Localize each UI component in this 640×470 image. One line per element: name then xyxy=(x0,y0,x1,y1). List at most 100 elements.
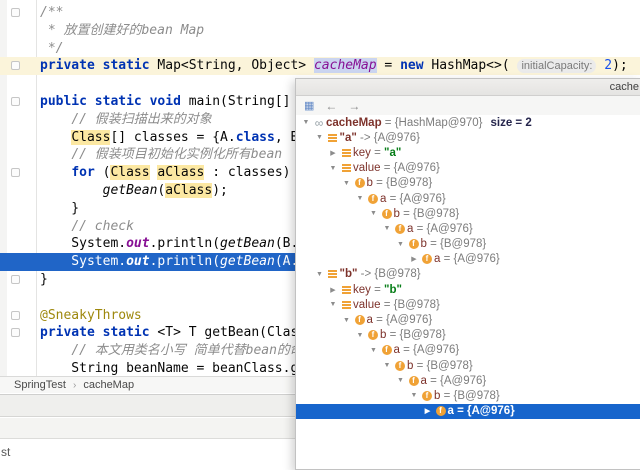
chevron-down-icon[interactable]: ▼ xyxy=(395,377,407,384)
chevron-right-icon[interactable]: ▶ xyxy=(408,255,420,263)
field-icon: f xyxy=(393,224,407,234)
tree-row[interactable]: ▼"a" -> {A@976} xyxy=(296,130,640,145)
breadcrumb-item-cachemap[interactable]: cacheMap xyxy=(83,379,134,391)
code-token: */ xyxy=(40,41,63,56)
field-icon: f xyxy=(368,330,378,340)
chevron-down-icon[interactable]: ▼ xyxy=(381,362,393,369)
tree-row[interactable]: ▼fa = {A@976} xyxy=(296,191,640,206)
field-icon: f xyxy=(434,406,448,416)
chevron-down-icon[interactable]: ▼ xyxy=(368,210,380,217)
code-token: cacheMap xyxy=(314,58,377,73)
chevron-right-icon[interactable]: ▶ xyxy=(327,286,339,294)
field-icon: f xyxy=(380,209,394,219)
chevron-down-icon[interactable]: ▼ xyxy=(314,271,326,278)
tree-row[interactable]: ▼fa = {A@976} xyxy=(296,221,640,236)
chevron-down-icon[interactable]: ▼ xyxy=(300,119,312,126)
map-entry-icon xyxy=(342,301,351,309)
tree-row[interactable]: ▶key = "b" xyxy=(296,282,640,297)
tree-row[interactable]: ▼fb = {B@978} xyxy=(296,237,640,252)
code-token: } xyxy=(40,272,48,287)
chevron-down-icon[interactable]: ▼ xyxy=(395,241,407,248)
code-line[interactable]: */ xyxy=(0,40,640,58)
chevron-down-icon[interactable]: ▼ xyxy=(341,317,353,324)
variable-name: key xyxy=(353,284,371,296)
fold-marker-icon[interactable] xyxy=(11,61,20,70)
field-icon: f xyxy=(407,239,421,249)
chevron-down-icon[interactable]: ▼ xyxy=(368,347,380,354)
tree-row[interactable]: ▼fb = {B@978} xyxy=(296,328,640,343)
fold-marker-icon[interactable] xyxy=(11,328,20,337)
code-token: Class xyxy=(110,165,149,180)
chevron-down-icon[interactable]: ▼ xyxy=(354,195,366,202)
code-line[interactable]: * 放置创建好的bean Map xyxy=(0,22,640,40)
code-line[interactable]: /** xyxy=(0,4,640,22)
variable-name: value xyxy=(353,299,381,311)
field-icon: f xyxy=(409,376,419,386)
chevron-down-icon[interactable]: ▼ xyxy=(327,301,339,308)
code-token xyxy=(40,343,71,358)
back-arrow-icon[interactable]: ← xyxy=(325,99,337,113)
breadcrumb-item-springtest[interactable]: SpringTest xyxy=(14,379,66,391)
partial-tab-label: st xyxy=(1,445,10,459)
field-icon: f xyxy=(366,330,380,340)
code-token xyxy=(40,183,103,198)
separator-text: -> xyxy=(357,268,374,280)
tree-row[interactable]: ▼fb = {B@978} xyxy=(296,206,640,221)
fold-marker-icon[interactable] xyxy=(11,168,20,177)
map-entry-icon xyxy=(326,134,340,142)
fold-marker-icon[interactable] xyxy=(11,8,20,17)
chevron-down-icon[interactable]: ▼ xyxy=(327,165,339,172)
code-line[interactable]: private static Map<String, Object> cache… xyxy=(0,57,640,75)
code-token: public xyxy=(40,94,87,109)
code-token: new xyxy=(400,58,423,73)
code-token: .println( xyxy=(150,236,220,251)
tree-row[interactable]: ▼value = {A@976} xyxy=(296,161,640,176)
field-icon: f xyxy=(407,376,421,386)
tree-row[interactable]: ▼fa = {A@976} xyxy=(296,312,640,327)
chevron-right-icon[interactable]: ▶ xyxy=(422,407,434,415)
separator-text: = xyxy=(400,208,413,220)
code-token: static xyxy=(103,325,150,340)
fold-marker-icon[interactable] xyxy=(11,311,20,320)
variable-value: {A@976} xyxy=(413,344,459,356)
code-token: for xyxy=(71,165,94,180)
tree-row[interactable]: ▼fa = {A@976} xyxy=(296,343,640,358)
tree-row[interactable]: ▼fa = {A@976} xyxy=(296,373,640,388)
chevron-right-icon[interactable]: ▶ xyxy=(327,149,339,157)
field-icon: f xyxy=(393,361,407,371)
popup-title[interactable]: cache xyxy=(296,79,640,96)
tree-row[interactable]: ▼value = {B@978} xyxy=(296,297,640,312)
variable-value: {B@978} xyxy=(374,268,420,280)
variable-value: {B@978} xyxy=(440,238,486,250)
tree-row[interactable]: ▶fa = {A@976} xyxy=(296,404,640,419)
tree-row[interactable]: ▼fb = {B@978} xyxy=(296,388,640,403)
tree-row[interactable]: ▶key = "a" xyxy=(296,145,640,160)
tree-row[interactable]: ▼∞cacheMap = {HashMap@970}size = 2 xyxy=(296,115,640,130)
tree-row[interactable]: ▼"b" -> {B@978} xyxy=(296,267,640,282)
field-icon: f xyxy=(420,391,434,401)
fold-marker-icon[interactable] xyxy=(11,97,20,106)
map-entry-icon xyxy=(328,270,337,278)
fold-marker-icon[interactable] xyxy=(11,275,20,284)
code-token: ); xyxy=(212,183,228,198)
forward-arrow-icon[interactable]: → xyxy=(348,99,360,113)
tree-row[interactable]: ▼fb = {B@978} xyxy=(296,176,640,191)
tree-row[interactable]: ▼fb = {B@978} xyxy=(296,358,640,373)
code-token: [] classes = {A. xyxy=(110,130,235,145)
variables-tree[interactable]: ▼∞cacheMap = {HashMap@970}size = 2▼"a" -… xyxy=(296,115,640,419)
tree-row[interactable]: ▶fa = {A@976} xyxy=(296,252,640,267)
separator-text: = xyxy=(427,375,440,387)
chevron-down-icon[interactable]: ▼ xyxy=(381,225,393,232)
variable-name: "a" xyxy=(340,132,357,144)
variable-value: {A@976} xyxy=(454,253,500,265)
chevron-down-icon[interactable]: ▼ xyxy=(341,180,353,187)
chevron-down-icon[interactable]: ▼ xyxy=(354,332,366,339)
chevron-down-icon[interactable]: ▼ xyxy=(314,134,326,141)
code-token: <T> T getBean(Class xyxy=(150,325,307,340)
chevron-down-icon[interactable]: ▼ xyxy=(408,392,420,399)
size-badge: size = 2 xyxy=(490,117,531,129)
field-icon: f xyxy=(395,361,405,371)
variable-value: {B@978} xyxy=(394,299,440,311)
variable-name: value xyxy=(353,162,381,174)
view-options-icon[interactable]: ▦ xyxy=(304,99,314,112)
